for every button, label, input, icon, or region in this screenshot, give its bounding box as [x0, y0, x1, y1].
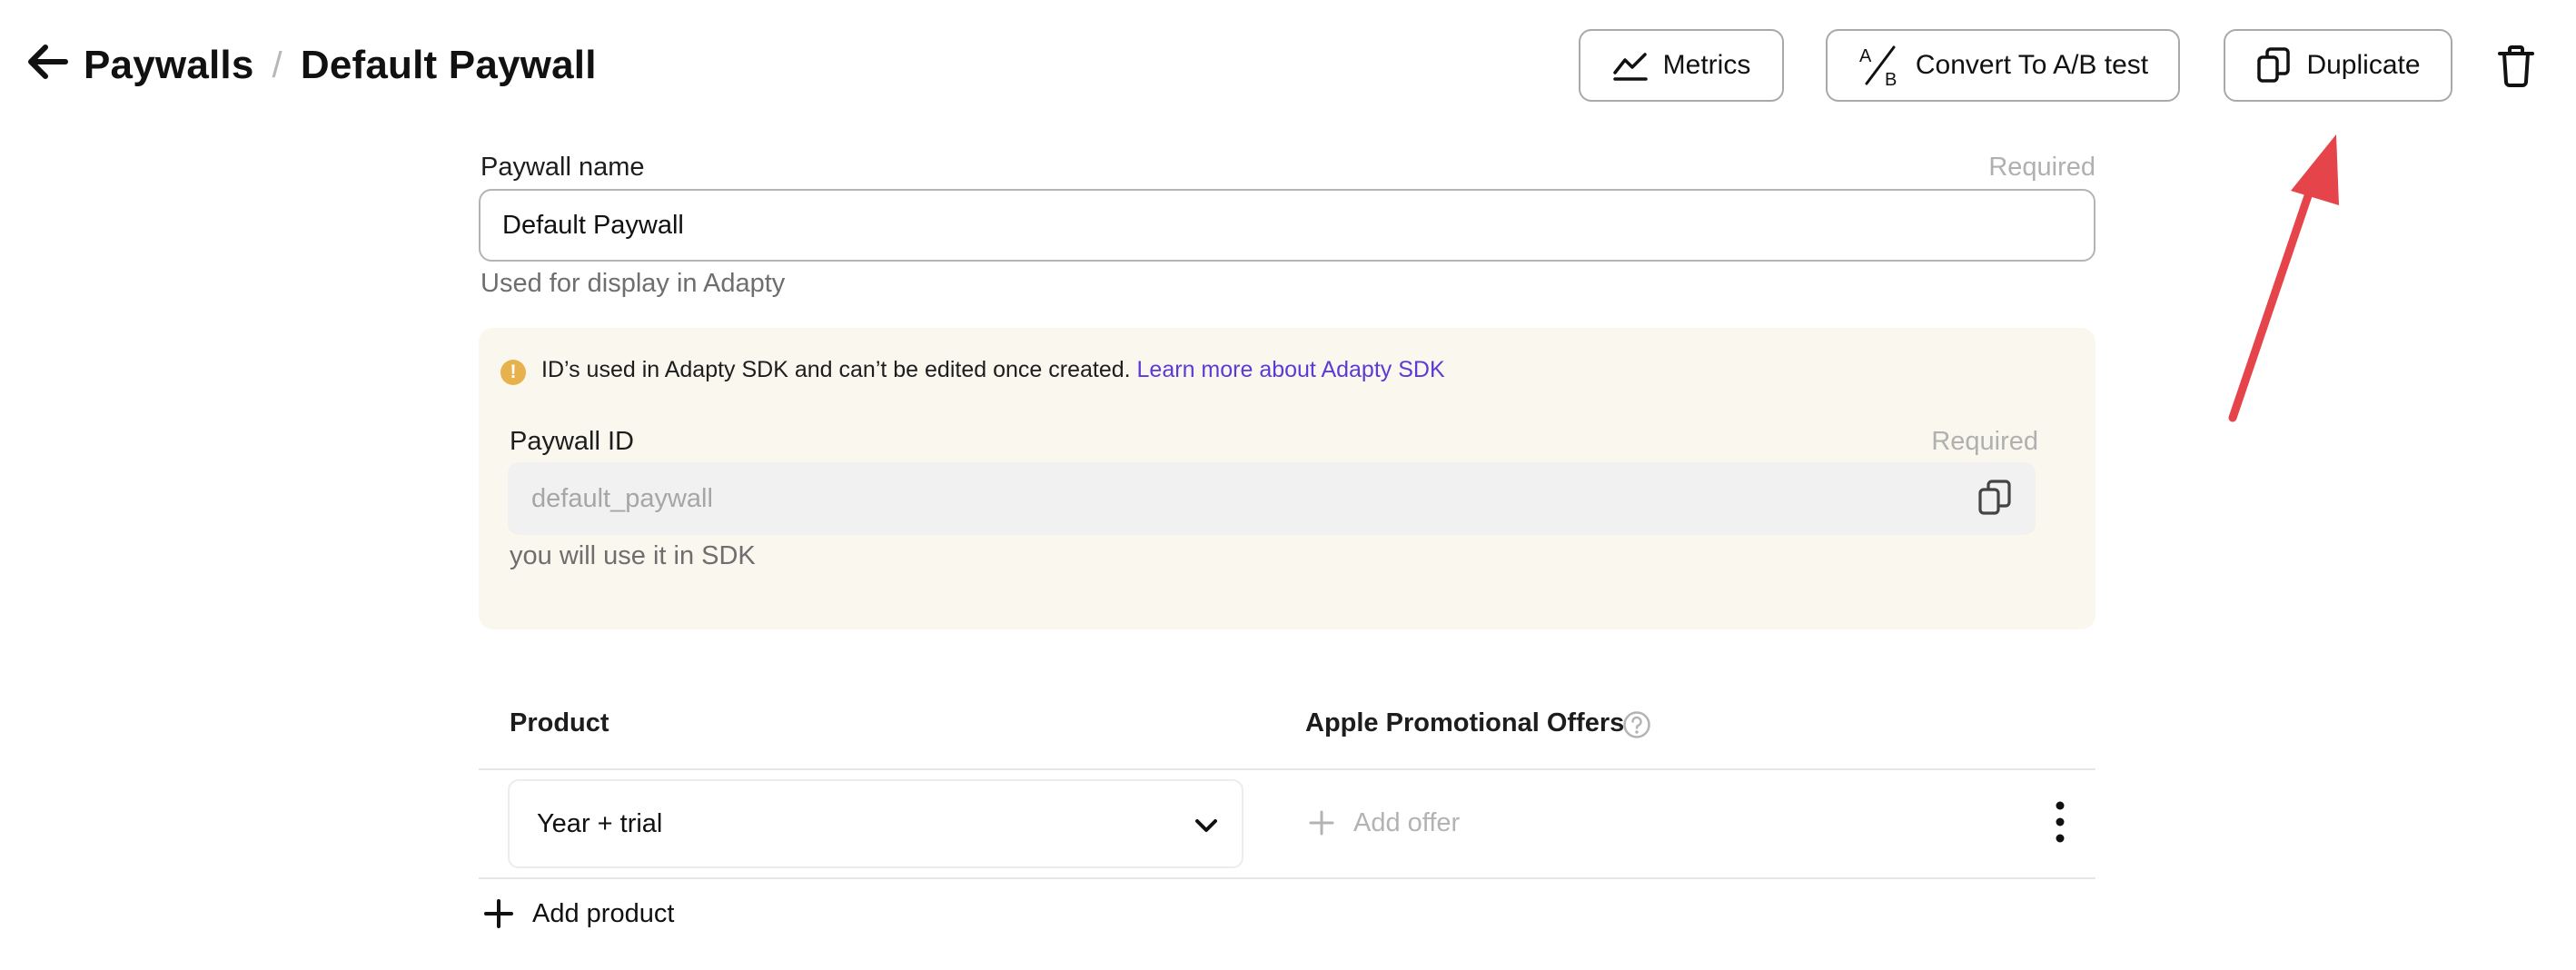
paywall-name-label: Paywall name	[481, 153, 645, 182]
help-icon[interactable]	[1622, 710, 1651, 739]
add-product-label: Add product	[532, 898, 675, 928]
paywall-name-input[interactable]	[479, 189, 2095, 262]
product-column-header: Product	[510, 708, 609, 737]
convert-ab-test-button[interactable]: A B Convert To A/B test	[1826, 29, 2180, 102]
trash-icon	[2498, 45, 2534, 87]
metrics-button[interactable]: Metrics	[1579, 29, 1784, 102]
sdk-notice-text: ID’s used in Adapty SDK and can’t be edi…	[541, 357, 1131, 382]
back-button[interactable]	[24, 38, 71, 85]
delete-button[interactable]	[2496, 44, 2536, 89]
add-offer-button[interactable]: Add offer	[1308, 805, 1460, 841]
duplicate-label: Duplicate	[2306, 50, 2421, 80]
copy-icon	[2257, 47, 2291, 83]
table-row-divider	[479, 877, 2095, 879]
breadcrumb: Paywalls / Default Paywall	[84, 36, 597, 94]
paywall-name-hint: Used for display in Adapty	[481, 269, 786, 298]
svg-text:B: B	[1885, 70, 1897, 87]
table-header-divider	[479, 768, 2095, 770]
row-menu-button[interactable]	[2047, 799, 2073, 845]
product-select[interactable]: Year + trial	[508, 779, 1243, 868]
paywall-id-required: Required	[1931, 427, 2038, 456]
plus-icon	[1309, 810, 1334, 836]
chart-line-icon	[1612, 53, 1648, 81]
paywall-id-input[interactable]	[508, 462, 2036, 535]
convert-ab-test-label: Convert To A/B test	[1915, 50, 2149, 80]
more-vertical-icon	[2056, 801, 2065, 843]
add-offer-label: Add offer	[1353, 807, 1461, 837]
product-select-value: Year + trial	[537, 808, 663, 838]
paywall-id-label: Paywall ID	[510, 427, 634, 456]
copy-icon	[1978, 480, 2011, 515]
page-header: Paywalls / Default Paywall Metrics A B C…	[0, 0, 2576, 136]
paywall-name-required: Required	[1988, 153, 2095, 182]
sdk-notice: ID’s used in Adapty SDK and can’t be edi…	[541, 357, 1445, 383]
learn-more-sdk-link[interactable]: Learn more about Adapty SDK	[1137, 357, 1445, 382]
warning-icon: !	[500, 360, 526, 385]
page-title: Default Paywall	[300, 43, 597, 87]
plus-icon	[484, 899, 513, 928]
copy-id-button[interactable]	[1977, 479, 2018, 520]
ab-test-icon: A B	[1859, 45, 1897, 87]
breadcrumb-separator: /	[272, 45, 282, 85]
back-arrow-icon	[28, 45, 68, 79]
breadcrumb-paywalls-link[interactable]: Paywalls	[84, 43, 254, 88]
chevron-down-icon	[1195, 819, 1217, 832]
paywall-id-hint: you will use it in SDK	[510, 541, 756, 570]
add-product-button[interactable]: Add product	[483, 894, 674, 934]
metrics-label: Metrics	[1662, 50, 1751, 80]
offers-column-header: Apple Promotional Offers	[1305, 708, 1625, 737]
svg-text:A: A	[1859, 46, 1872, 66]
duplicate-button[interactable]: Duplicate	[2224, 29, 2452, 102]
